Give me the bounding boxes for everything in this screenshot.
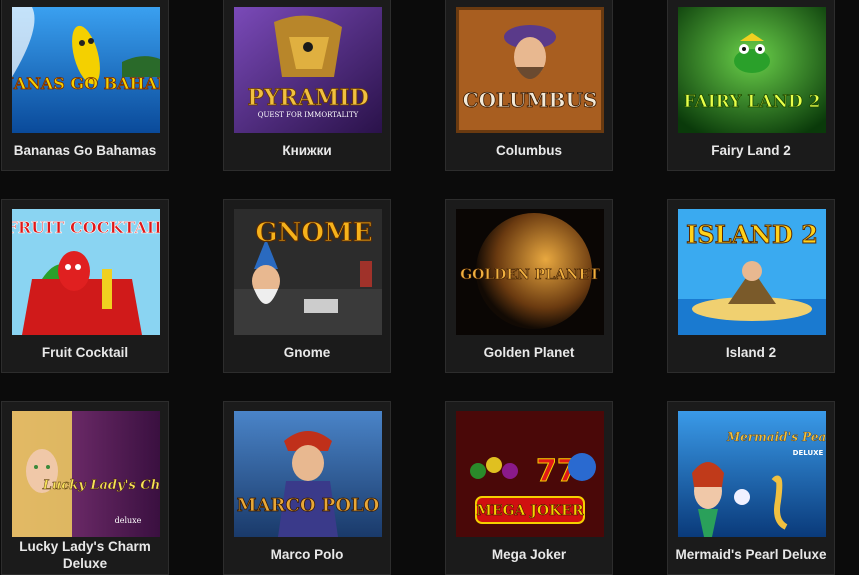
golden-planet-artwork: GOLDEN PLANET (456, 209, 604, 335)
game-thumbnail[interactable]: GNOME (234, 209, 382, 335)
game-thumbnail[interactable]: FRUIT COCKTAIL (12, 209, 160, 335)
game-thumbnail[interactable]: Lucky Lady's Charm deluxe (12, 411, 160, 537)
game-thumbnail[interactable]: Mermaid's Pearl DELUXE (678, 411, 826, 537)
game-logo-text: FRUIT COCKTAIL (12, 218, 160, 237)
mermaids-pearl-artwork: Mermaid's Pearl DELUXE (678, 411, 826, 537)
game-card-mega-joker[interactable]: 77 MEGA JOKER Mega Joker (445, 401, 613, 575)
game-logo-text: ISLAND 2 (686, 220, 818, 249)
marco-polo-artwork: MARCO POLO (234, 411, 382, 537)
game-card-fairy-land-2[interactable]: FAIRY LAND 2 Fairy Land 2 (667, 0, 835, 171)
game-logo-text: GOLDEN PLANET (460, 267, 600, 283)
game-grid: BANANAS GO BAHAMAS Bananas Go Bahamas PY… (0, 0, 859, 575)
game-title[interactable]: Marco Polo (226, 546, 388, 563)
columbus-artwork: COLUMBUS (456, 7, 604, 133)
game-logo-text: FAIRY LAND 2 (683, 92, 820, 112)
game-title[interactable]: Island 2 (670, 344, 832, 361)
fairy-land-2-artwork: FAIRY LAND 2 (678, 7, 826, 133)
game-title[interactable]: Mega Joker (448, 546, 610, 563)
game-thumbnail[interactable]: FAIRY LAND 2 (678, 7, 826, 133)
game-card-columbus[interactable]: COLUMBUS Columbus (445, 0, 613, 171)
game-card-island-2[interactable]: ISLAND 2 Island 2 (667, 199, 835, 373)
game-card-lucky-ladys-charm-deluxe[interactable]: Lucky Lady's Charm deluxe Lucky Lady's C… (1, 401, 169, 575)
game-title[interactable]: Lucky Lady's Charm Deluxe (4, 538, 166, 572)
game-card-marco-polo[interactable]: MARCO POLO Marco Polo (223, 401, 391, 575)
lucky-ladys-charm-artwork: Lucky Lady's Charm deluxe (12, 411, 160, 537)
mega-joker-artwork: 77 MEGA JOKER (456, 411, 604, 537)
game-logo-text: PYRAMID (247, 85, 368, 111)
game-card-golden-planet[interactable]: GOLDEN PLANET Golden Planet (445, 199, 613, 373)
game-title[interactable]: Fairy Land 2 (670, 142, 832, 159)
game-logo-subtitle: DELUXE (793, 449, 824, 457)
game-thumbnail[interactable]: ISLAND 2 (678, 209, 826, 335)
game-thumbnail[interactable]: COLUMBUS (456, 7, 604, 133)
gnome-artwork: GNOME (234, 209, 382, 335)
game-title[interactable]: Columbus (448, 142, 610, 159)
fruit-cocktail-artwork: FRUIT COCKTAIL (12, 209, 160, 335)
game-thumbnail[interactable]: PYRAMID QUEST FOR IMMORTALITY (234, 7, 382, 133)
game-title[interactable]: Bananas Go Bahamas (4, 142, 166, 159)
game-logo-text: BANANAS GO BAHAMAS (12, 74, 160, 93)
game-card-knizhki[interactable]: PYRAMID QUEST FOR IMMORTALITY Книжки (223, 0, 391, 171)
game-thumbnail[interactable]: MARCO POLO (234, 411, 382, 537)
game-thumbnail[interactable]: 77 MEGA JOKER (456, 411, 604, 537)
game-logo-subtitle: deluxe (115, 516, 142, 525)
game-card-gnome[interactable]: GNOME Gnome (223, 199, 391, 373)
game-title[interactable]: Mermaid's Pearl Deluxe (670, 546, 832, 563)
pyramid-artwork: PYRAMID QUEST FOR IMMORTALITY (234, 7, 382, 133)
island-2-artwork: ISLAND 2 (678, 209, 826, 335)
game-title[interactable]: Fruit Cocktail (4, 344, 166, 361)
game-card-mermaids-pearl-deluxe[interactable]: Mermaid's Pearl DELUXE Mermaid's Pearl D… (667, 401, 835, 575)
game-thumbnail[interactable]: GOLDEN PLANET (456, 209, 604, 335)
game-logo-text: GNOME (255, 218, 372, 248)
game-logo-text: COLUMBUS (463, 88, 598, 112)
game-logo-text: Mermaid's Pearl (726, 430, 826, 444)
game-title[interactable]: Golden Planet (448, 344, 610, 361)
game-logo-subtitle: QUEST FOR IMMORTALITY (258, 111, 359, 119)
game-logo-text: MEGA JOKER (476, 503, 584, 519)
game-title[interactable]: Книжки (226, 142, 388, 159)
bananas-go-bahamas-artwork: BANANAS GO BAHAMAS (12, 7, 160, 133)
game-card-bananas-go-bahamas[interactable]: BANANAS GO BAHAMAS Bananas Go Bahamas (1, 0, 169, 171)
game-thumbnail[interactable]: BANANAS GO BAHAMAS (12, 7, 160, 133)
game-logo-text: Lucky Lady's Charm (42, 478, 160, 493)
game-card-fruit-cocktail[interactable]: FRUIT COCKTAIL Fruit Cocktail (1, 199, 169, 373)
game-logo-text: MARCO POLO (237, 495, 380, 516)
game-title[interactable]: Gnome (226, 344, 388, 361)
